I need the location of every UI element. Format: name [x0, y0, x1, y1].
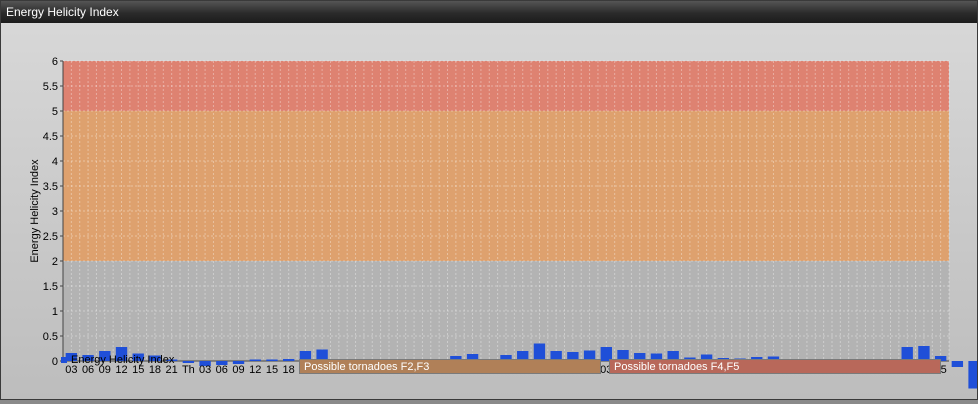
y-tick-label: 4	[52, 156, 58, 168]
y-tick-label: 5	[52, 106, 58, 118]
y-tick-label: 1.5	[43, 281, 58, 293]
bar	[951, 361, 964, 367]
bar	[968, 361, 978, 389]
x-tick-label: 15	[266, 364, 278, 376]
x-tick-label: 03	[199, 364, 211, 376]
bar	[266, 359, 278, 361]
y-tick-label: 2.5	[43, 231, 58, 243]
x-tick-label: 18	[283, 364, 295, 376]
y-tick-label: 6	[52, 56, 58, 68]
ehi-chart: 0 0.5 1 1.5 2 2.5 3 3.5 4 4.5 5 5.5 6 Energy Helicity…	[29, 56, 978, 389]
x-tick-label: 12	[249, 364, 261, 376]
x-tick-label: 09	[232, 364, 244, 376]
x-tick-label: Th	[182, 364, 195, 376]
chart-legend[interactable]: Energy Helicity Index	[61, 354, 174, 366]
y-tick-label: 2	[52, 256, 58, 268]
bar	[182, 361, 195, 363]
chart-area: 0 0.5 1 1.5 2 2.5 3 3.5 4 4.5 5 5.5 6 Energy Helicity…	[1, 23, 978, 399]
bar	[282, 359, 295, 361]
y-tick-label: 1	[52, 306, 58, 318]
legend-label: Energy Helicity Index	[71, 354, 175, 366]
legend-swatch	[61, 357, 67, 363]
y-tick-label: 3	[52, 206, 58, 218]
band-label-f4f5-text: Possible tornadoes F4,F5	[614, 361, 740, 373]
band-label-f2f3: Possible tornadoes F2,F3	[299, 359, 601, 374]
y-tick-label: 0	[52, 356, 58, 368]
bar	[249, 359, 261, 361]
chart-window: Energy Helicity Index 0 0.5 1 1.5 2 2.5 3 3.5 4 4…	[0, 0, 978, 400]
window-title: Energy Helicity Index	[6, 5, 119, 19]
band-label-f4f5: Possible tornadoes F4,F5	[609, 359, 941, 374]
y-tick-label: 3.5	[43, 181, 58, 193]
y-tick-label: 4.5	[43, 131, 58, 143]
y-tick-label: 0.5	[43, 331, 58, 343]
y-tick-label: 5.5	[43, 81, 58, 93]
band-label-f2f3-text: Possible tornadoes F2,F3	[304, 361, 430, 373]
y-axis-label: Energy Helicity Index	[29, 159, 41, 263]
window-titlebar: Energy Helicity Index	[1, 1, 977, 23]
x-tick-label: 06	[216, 364, 228, 376]
